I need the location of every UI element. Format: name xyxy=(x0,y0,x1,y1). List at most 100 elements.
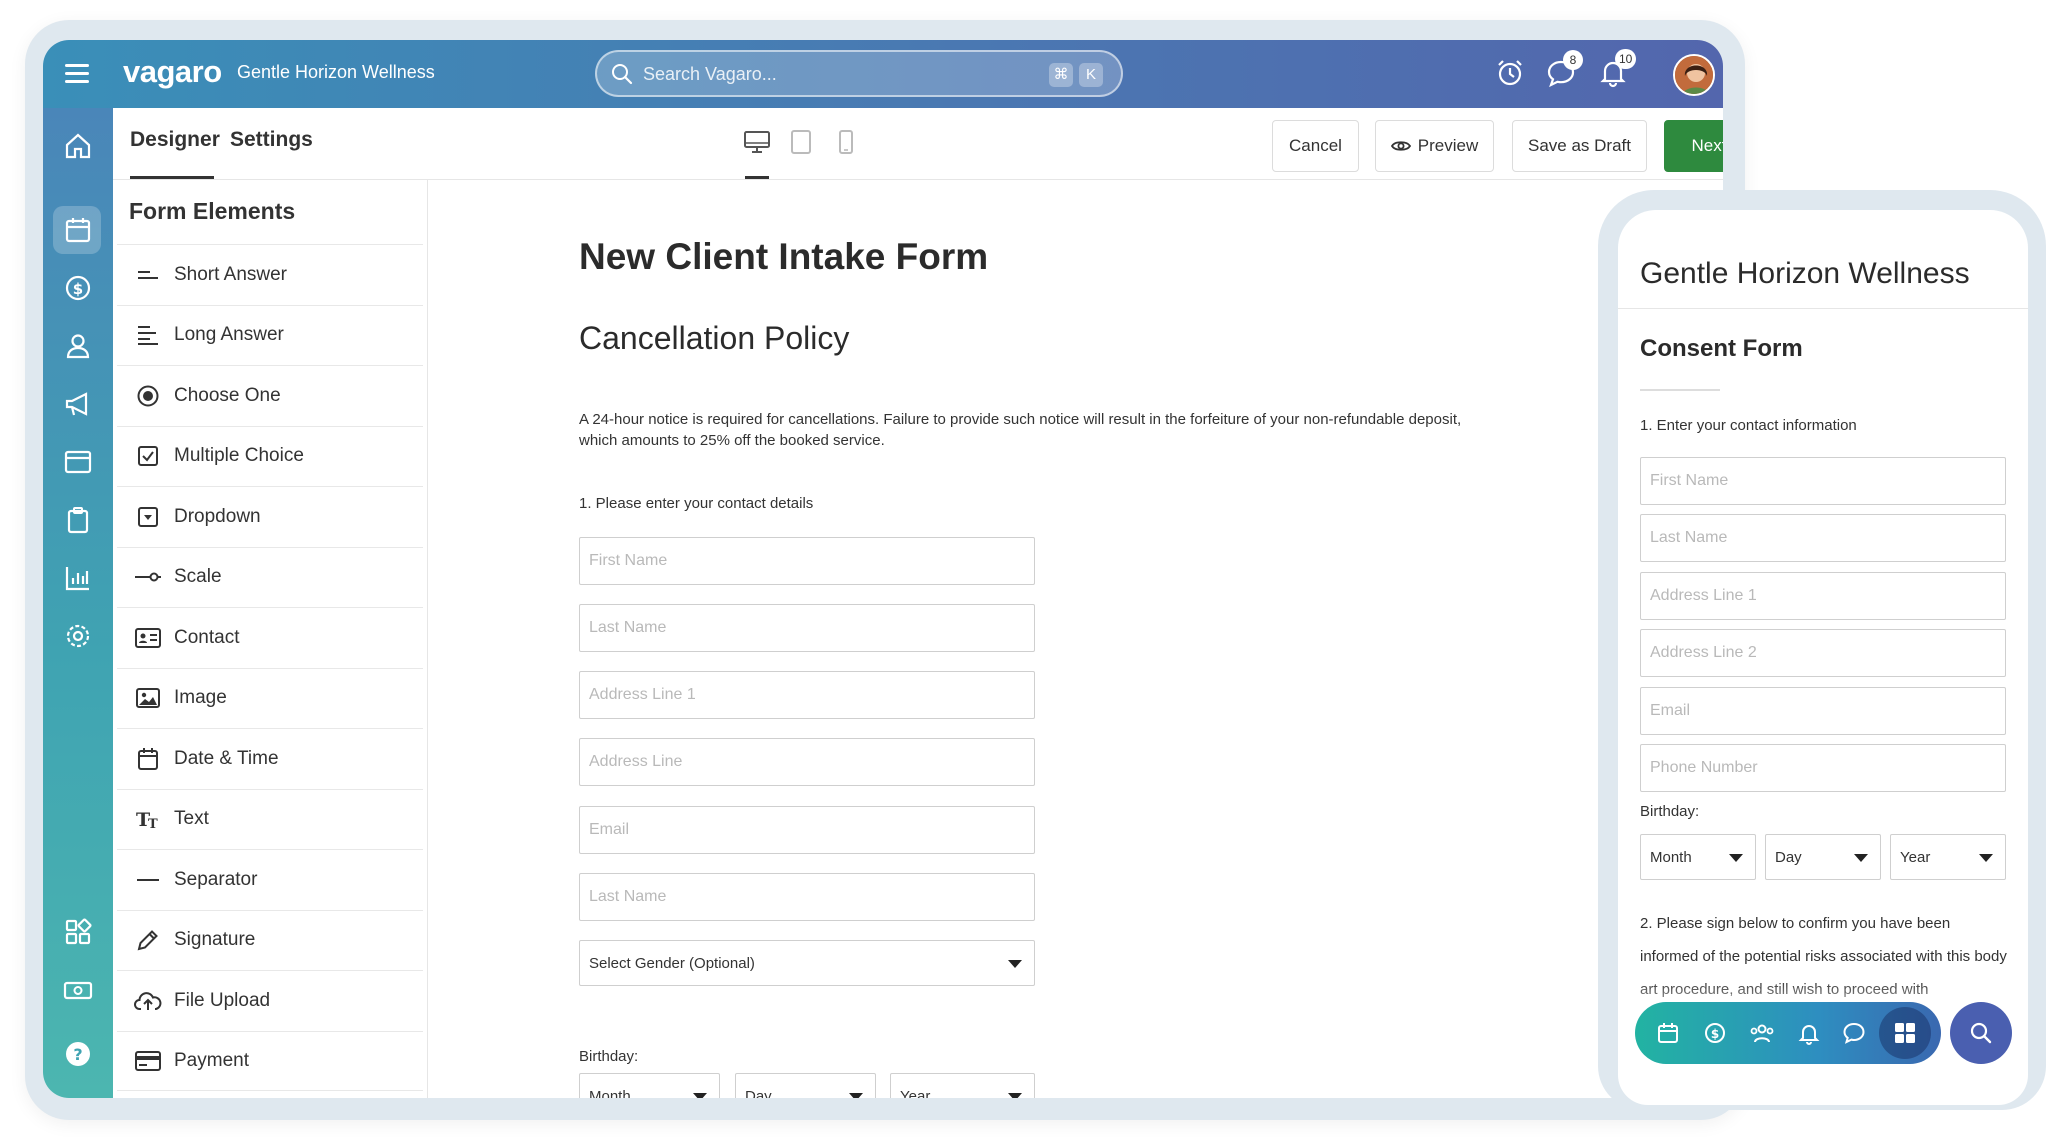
eye-icon xyxy=(1390,141,1411,151)
field-placeholder: Last Name xyxy=(1650,529,1728,546)
vagaro-logo[interactable]: vagaro xyxy=(123,54,222,90)
cloud-upload-icon xyxy=(133,986,163,1016)
alarm-clock-icon[interactable] xyxy=(1495,58,1525,88)
element-signature[interactable]: Signature xyxy=(117,909,423,970)
mobile-screen: Gentle Horizon Wellness Consent Form 1. … xyxy=(1618,210,2028,1105)
address-line-1-field[interactable]: Address Line 1 xyxy=(579,671,1035,719)
mobile-year-select[interactable]: Year xyxy=(1890,834,2006,880)
mobile-address-line-2-field[interactable]: Address Line 2 xyxy=(1640,629,2006,677)
field-placeholder: First Name xyxy=(589,552,668,569)
first-name-field[interactable]: First Name xyxy=(579,537,1035,585)
cash-icon[interactable] xyxy=(62,974,94,1006)
tablet-view-icon[interactable] xyxy=(791,130,811,154)
address-line-field[interactable]: Address Line xyxy=(579,738,1035,786)
chevron-down-icon xyxy=(849,1093,863,1098)
tab-designer[interactable]: Designer xyxy=(130,128,220,152)
mobile-form-title: Consent Form xyxy=(1640,335,1803,362)
form-title[interactable]: New Client Intake Form xyxy=(579,236,988,278)
last-name-field-2[interactable]: Last Name xyxy=(579,873,1035,921)
dollar-icon[interactable]: $ xyxy=(62,272,94,304)
element-separator[interactable]: Separator xyxy=(117,849,423,909)
hamburger-menu-icon[interactable] xyxy=(65,64,89,84)
mobile-email-field[interactable]: Email xyxy=(1640,687,2006,735)
email-field[interactable]: Email xyxy=(579,806,1035,854)
mobile-divider xyxy=(1618,308,2028,309)
day-select[interactable]: Day xyxy=(735,1073,876,1098)
desktop-view-icon[interactable] xyxy=(744,130,770,154)
form-canvas: New Client Intake Form Cancellation Poli… xyxy=(428,180,1723,1098)
element-multiple-choice[interactable]: Multiple Choice xyxy=(117,425,423,486)
bar-chart-icon[interactable] xyxy=(62,562,94,594)
home-icon[interactable] xyxy=(62,130,94,162)
element-contact[interactable]: Contact xyxy=(117,607,423,667)
cancel-button[interactable]: Cancel xyxy=(1272,120,1359,172)
save-as-draft-button[interactable]: Save as Draft xyxy=(1512,120,1647,172)
active-device-indicator xyxy=(745,176,769,179)
k-key-hint: K xyxy=(1079,63,1103,87)
preview-button[interactable]: Preview xyxy=(1375,120,1494,172)
field-placeholder: First Name xyxy=(1650,472,1729,489)
section-title[interactable]: Cancellation Policy xyxy=(579,320,849,357)
element-payment[interactable]: Payment xyxy=(117,1030,423,1091)
element-long-answer[interactable]: Long Answer xyxy=(117,304,423,365)
field-placeholder: Address Line 1 xyxy=(589,686,696,703)
element-label: Scale xyxy=(174,566,222,587)
person-icon[interactable] xyxy=(62,330,94,362)
mobile-last-name-field[interactable]: Last Name xyxy=(1640,514,2006,562)
birthday-label: Birthday: xyxy=(579,1048,639,1065)
element-scale[interactable]: Scale xyxy=(117,546,423,607)
people-icon[interactable] xyxy=(1748,1021,1776,1045)
chevron-down-icon xyxy=(1008,1093,1022,1098)
element-dropdown[interactable]: Dropdown xyxy=(117,486,423,546)
mobile-month-select[interactable]: Month xyxy=(1640,834,1756,880)
mobile-address-line-1-field[interactable]: Address Line 1 xyxy=(1640,572,2006,620)
designer-header: Designer Settings Cancel Preview Save as… xyxy=(113,108,1723,180)
day-select-value: Day xyxy=(745,1088,772,1098)
element-choose-one[interactable]: Choose One xyxy=(117,365,423,425)
element-image[interactable]: Image xyxy=(117,667,423,728)
left-nav-rail: $ ? xyxy=(43,108,113,1098)
chat-icon[interactable] xyxy=(1842,1021,1866,1045)
megaphone-icon[interactable] xyxy=(62,388,94,420)
chevron-down-icon xyxy=(1008,960,1022,968)
question-label[interactable]: 1. Please enter your contact details xyxy=(579,495,813,512)
element-label: Contact xyxy=(174,626,240,648)
mobile-phone-field[interactable]: Phone Number xyxy=(1640,744,2006,792)
last-name-field[interactable]: Last Name xyxy=(579,604,1035,652)
search-bar[interactable]: Search Vagaro... ⌘ K xyxy=(595,50,1123,97)
clipboard-icon[interactable] xyxy=(62,504,94,536)
year-select-value: Year xyxy=(900,1088,931,1098)
policy-text[interactable]: A 24-hour notice is required for cancell… xyxy=(579,409,1499,451)
active-tab-indicator xyxy=(130,176,214,179)
gender-select[interactable]: Select Gender (Optional) xyxy=(579,940,1035,986)
dollar-icon[interactable]: $ xyxy=(1703,1021,1727,1045)
element-date-time[interactable]: Date & Time xyxy=(117,728,423,788)
mobile-first-name-field[interactable]: First Name xyxy=(1640,457,2006,505)
svg-text:?: ? xyxy=(73,1045,82,1064)
mobile-search-button[interactable] xyxy=(1950,1002,2012,1064)
chevron-down-icon xyxy=(1729,854,1743,862)
browser-window-icon[interactable] xyxy=(62,446,94,478)
element-text[interactable]: TT Text xyxy=(117,788,423,849)
user-avatar[interactable] xyxy=(1673,54,1715,96)
bell-icon[interactable] xyxy=(1797,1021,1821,1045)
gear-icon[interactable] xyxy=(62,620,94,652)
mobile-day-select[interactable]: Day xyxy=(1765,834,1881,880)
month-select[interactable]: Month xyxy=(579,1073,720,1098)
apps-grid-icon[interactable] xyxy=(62,916,94,948)
gender-select-value: Select Gender (Optional) xyxy=(589,955,755,972)
element-label: Choose One xyxy=(174,384,281,406)
form-elements-title: Form Elements xyxy=(129,198,296,224)
tab-settings[interactable]: Settings xyxy=(230,128,313,152)
year-select[interactable]: Year xyxy=(890,1073,1035,1098)
grid-icon[interactable] xyxy=(1893,1021,1917,1045)
next-button[interactable]: Next xyxy=(1664,120,1723,172)
help-icon[interactable]: ? xyxy=(62,1038,94,1070)
element-label: Payment xyxy=(174,1049,249,1071)
short-answer-icon xyxy=(133,260,163,290)
element-short-answer[interactable]: Short Answer xyxy=(117,244,423,304)
element-file-upload[interactable]: File Upload xyxy=(117,970,423,1030)
mobile-view-icon[interactable] xyxy=(839,130,853,154)
calendar-icon[interactable] xyxy=(62,214,94,246)
calendar-icon[interactable] xyxy=(1656,1021,1680,1045)
